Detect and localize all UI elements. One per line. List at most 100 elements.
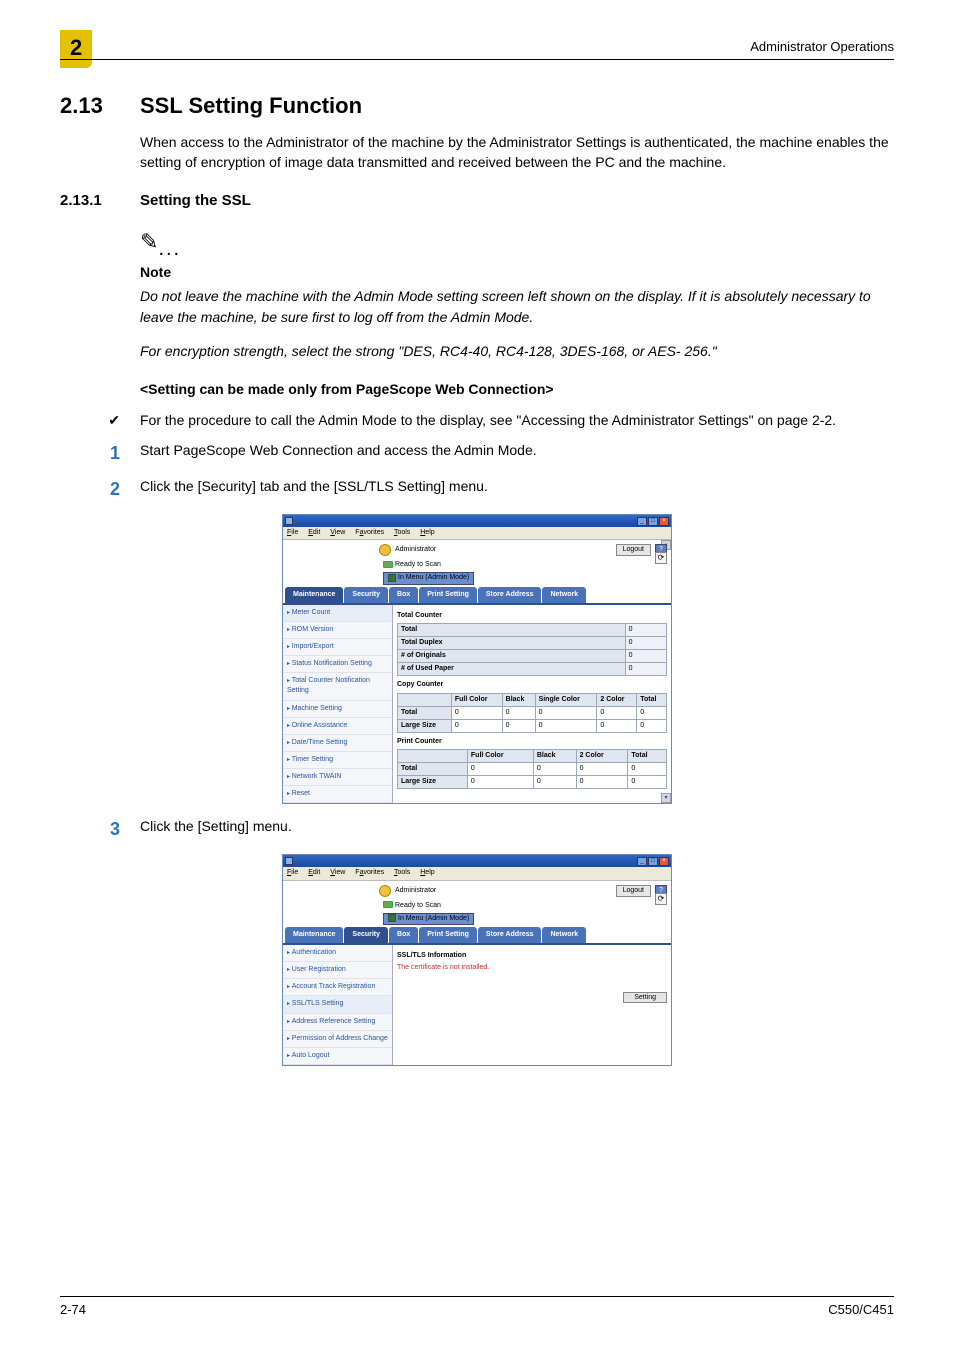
copy-counter-title: Copy Counter — [397, 680, 667, 690]
refresh-icon[interactable]: ⟳ — [655, 552, 667, 564]
logout-button[interactable]: Logout — [616, 885, 651, 897]
menu-mode-label: In Menu (Admin Mode) — [398, 915, 469, 922]
admin-label: Administrator — [395, 545, 436, 555]
bullet-row: ✔ For the procedure to call the Admin Mo… — [60, 410, 894, 430]
setting-button[interactable]: Setting — [623, 992, 667, 1003]
menu-edit[interactable]: Edit — [308, 869, 320, 876]
sidebar-status-notification[interactable]: Status Notification Setting — [283, 656, 392, 673]
tab-bar: Maintenance Security Box Print Setting S… — [283, 585, 671, 603]
sidebar-date-time[interactable]: Date/Time Setting — [283, 735, 392, 752]
content-pane: SSL/TLS Information The certificate is n… — [393, 945, 671, 1065]
section-title: SSL Setting Function — [140, 90, 362, 122]
browser-menu[interactable]: File Edit View Favorites Tools Help — [283, 867, 671, 880]
table-row: Total 0 0 0 0 0 — [398, 706, 667, 719]
sidebar-ssl-tls[interactable]: SSL/TLS Setting — [283, 996, 392, 1013]
screenshot-window-1: _ □ × File Edit View Favorites Tools Hel… — [282, 514, 672, 804]
tab-print-setting[interactable]: Print Setting — [419, 587, 477, 603]
menu-mode-label: In Menu (Admin Mode) — [398, 574, 469, 581]
menu-file[interactable]: File — [287, 869, 298, 876]
tab-box[interactable]: Box — [389, 587, 418, 603]
print-counter-table: Full Color Black 2 Color Total Total 0 0… — [397, 749, 667, 789]
window-icon — [285, 517, 293, 525]
table-row: Total 0 0 0 0 — [398, 763, 667, 776]
footer-model: C550/C451 — [828, 1301, 894, 1320]
scanner-icon — [383, 901, 393, 908]
ssl-info-title: SSL/TLS Information — [397, 951, 667, 961]
subsection-title: Setting the SSL — [140, 190, 251, 212]
maximize-button[interactable]: □ — [648, 517, 658, 526]
avatar-icon — [379, 885, 391, 897]
scroll-down-icon[interactable]: ▾ — [661, 793, 671, 803]
sidebar-user-registration[interactable]: User Registration — [283, 962, 392, 979]
total-counter-title: Total Counter — [397, 611, 667, 621]
step-text-2: Click the [Security] tab and the [SSL/TL… — [140, 476, 488, 502]
minimize-button[interactable]: _ — [637, 857, 647, 866]
sidebar-reset[interactable]: Reset — [283, 786, 392, 803]
menu-tools[interactable]: Tools — [394, 869, 410, 876]
menu-view[interactable]: View — [330, 869, 345, 876]
close-button[interactable]: × — [659, 517, 669, 526]
tab-security[interactable]: Security — [344, 927, 388, 943]
sidebar-meter-count[interactable]: Meter Count — [283, 605, 392, 622]
ready-label: Ready to Scan — [395, 902, 441, 909]
step-number-2: 2 — [60, 476, 140, 502]
tab-box[interactable]: Box — [389, 927, 418, 943]
tab-store-address[interactable]: Store Address — [478, 927, 542, 943]
ellipsis-icon: ... — [158, 238, 181, 260]
scanner-icon — [383, 561, 393, 568]
browser-menu[interactable]: File Edit View Favorites Tools Help — [283, 527, 671, 540]
sidebar: Authentication User Registration Account… — [283, 945, 393, 1065]
total-counter-table: Total0 Total Duplex0 # of Originals0 # o… — [397, 623, 667, 677]
tab-security[interactable]: Security — [344, 587, 388, 603]
sidebar-online-assistance[interactable]: Online Assistance — [283, 718, 392, 735]
menu-file[interactable]: File — [287, 529, 298, 536]
cert-warning: The certificate is not installed. — [397, 963, 667, 973]
sidebar-total-counter-notification[interactable]: Total Counter Notification Setting — [283, 673, 392, 700]
minimize-button[interactable]: _ — [637, 517, 647, 526]
step-text-3: Click the [Setting] menu. — [140, 816, 292, 842]
maximize-button[interactable]: □ — [648, 857, 658, 866]
menu-favorites[interactable]: Favorites — [355, 869, 384, 876]
sidebar-network-twain[interactable]: Network TWAIN — [283, 769, 392, 786]
ready-label: Ready to Scan — [395, 561, 441, 568]
menu-help[interactable]: Help — [420, 869, 434, 876]
sidebar-rom-version[interactable]: ROM Version — [283, 622, 392, 639]
section-number: 2.13 — [60, 90, 140, 122]
close-button[interactable]: × — [659, 857, 669, 866]
sidebar-authentication[interactable]: Authentication — [283, 945, 392, 962]
menu-help[interactable]: Help — [420, 529, 434, 536]
refresh-icon[interactable]: ⟳ — [655, 893, 667, 905]
logout-button[interactable]: Logout — [616, 544, 651, 556]
admin-label: Administrator — [395, 886, 436, 896]
bullet-text: For the procedure to call the Admin Mode… — [140, 410, 836, 430]
note-label: Note — [140, 262, 894, 282]
tab-maintenance[interactable]: Maintenance — [285, 587, 343, 603]
sidebar-account-track[interactable]: Account Track Registration — [283, 979, 392, 996]
sidebar: Meter Count ROM Version Import/Export St… — [283, 605, 393, 804]
tab-network[interactable]: Network — [542, 587, 586, 603]
menu-favorites[interactable]: Favorites — [355, 529, 384, 536]
copy-counter-table: Full Color Black Single Color 2 Color To… — [397, 693, 667, 733]
sidebar-address-reference[interactable]: Address Reference Setting — [283, 1014, 392, 1031]
menu-tools[interactable]: Tools — [394, 529, 410, 536]
sidebar-timer-setting[interactable]: Timer Setting — [283, 752, 392, 769]
sidebar-import-export[interactable]: Import/Export — [283, 639, 392, 656]
tab-print-setting[interactable]: Print Setting — [419, 927, 477, 943]
menu-view[interactable]: View — [330, 529, 345, 536]
note-text-1: Do not leave the machine with the Admin … — [140, 286, 894, 327]
tab-network[interactable]: Network — [542, 927, 586, 943]
sidebar-auto-logout[interactable]: Auto Logout — [283, 1048, 392, 1065]
sidebar-permission-address[interactable]: Permission of Address Change — [283, 1031, 392, 1048]
tab-store-address[interactable]: Store Address — [478, 587, 542, 603]
table-row: Large Size 0 0 0 0 0 — [398, 719, 667, 732]
pencil-icon: ✎ — [140, 229, 158, 254]
sidebar-machine-setting[interactable]: Machine Setting — [283, 701, 392, 718]
check-icon: ✔ — [108, 412, 120, 428]
subsection-number: 2.13.1 — [60, 190, 140, 212]
menu-edit[interactable]: Edit — [308, 529, 320, 536]
tab-maintenance[interactable]: Maintenance — [285, 927, 343, 943]
header-title: Administrator Operations — [750, 38, 894, 57]
note-block: ✎... Note Do not leave the machine with … — [140, 226, 894, 361]
intro-paragraph: When access to the Administrator of the … — [140, 132, 894, 173]
content-pane: Total Counter Total0 Total Duplex0 # of … — [393, 605, 671, 804]
